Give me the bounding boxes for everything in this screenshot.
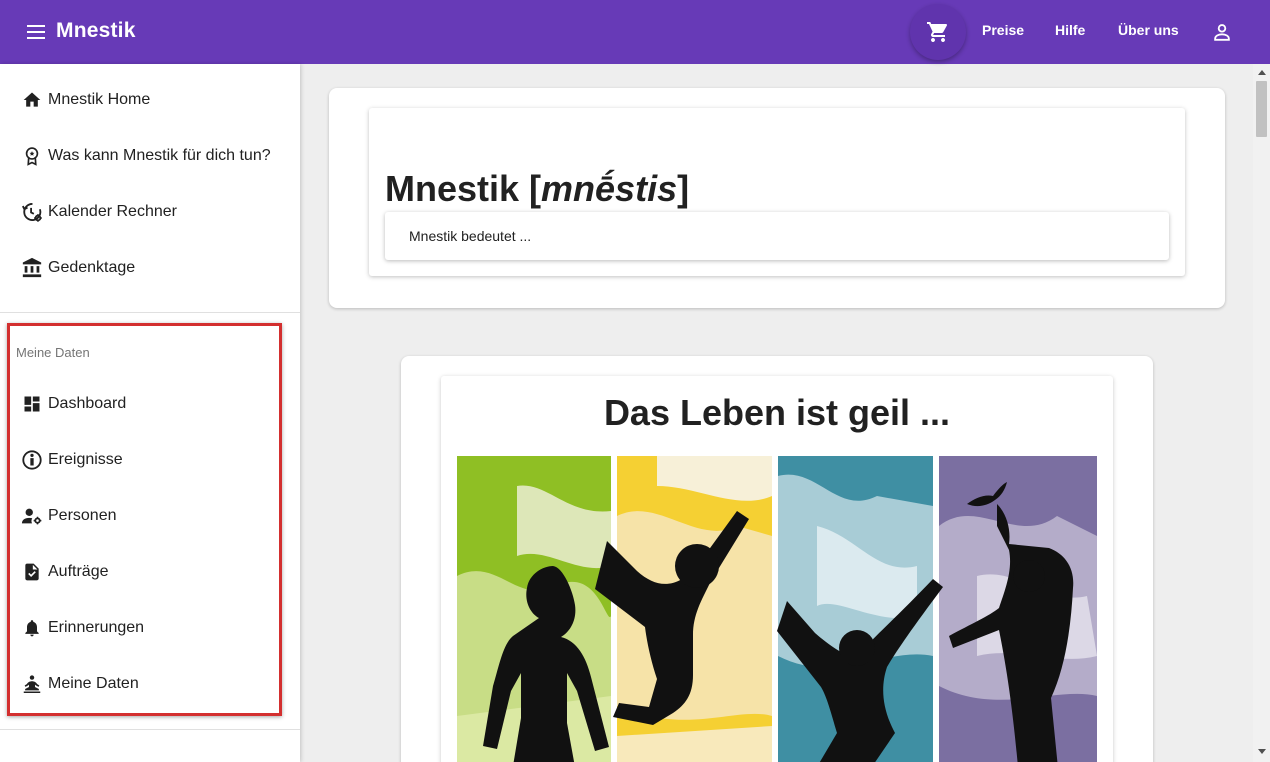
- home-icon: [21, 89, 43, 111]
- intro-inner-card: Mnestik [mnḗstis] Mnestik bedeutet ...: [369, 108, 1185, 276]
- expansion-panel-meaning[interactable]: Mnestik bedeutet ...: [385, 212, 1169, 260]
- sidebar-item-kalender-rechner[interactable]: Kalender Rechner: [0, 184, 300, 240]
- sidebar-divider: [0, 729, 300, 730]
- sidebar-item-meine-daten[interactable]: Meine Daten: [0, 656, 300, 712]
- sidebar-item-label: Dashboard: [48, 395, 127, 412]
- menu-icon[interactable]: [24, 20, 48, 44]
- page-scrollbar[interactable]: [1253, 64, 1270, 762]
- sidebar-item-personen[interactable]: Personen: [0, 488, 300, 544]
- nav-link-hilfe[interactable]: Hilfe: [1055, 22, 1085, 38]
- sidebar-item-label: Kalender Rechner: [48, 203, 177, 220]
- info-icon: [21, 449, 43, 471]
- award-icon: [21, 145, 43, 167]
- sidebar-item-label: Was kann Mnestik für dich tun?: [48, 147, 271, 164]
- sidebar-item-auftraege[interactable]: Aufträge: [0, 544, 300, 600]
- history-settings-icon: [21, 201, 43, 223]
- person-settings-icon: [21, 505, 43, 527]
- sidebar-item-label: Mnestik Home: [48, 91, 151, 108]
- sidebar-item-mnestik-home[interactable]: Mnestik Home: [0, 72, 300, 128]
- sidebar-item-was-kann-mnestik[interactable]: Was kann Mnestik für dich tun?: [0, 128, 300, 184]
- cart-icon: [927, 22, 948, 42]
- account-button[interactable]: [1206, 16, 1238, 48]
- feature-inner-card: Das Leben ist geil ...: [441, 376, 1113, 762]
- side-drawer: Mnestik Home Was kann Mnestik für dich t…: [0, 64, 300, 762]
- scrollbar-thumb[interactable]: [1256, 81, 1267, 137]
- app-title[interactable]: Mnestik: [56, 19, 136, 43]
- sidebar-item-gedenktage[interactable]: Gedenktage: [0, 240, 300, 296]
- feature-title: Das Leben ist geil ...: [603, 392, 951, 433]
- sidebar-item-ereignisse[interactable]: Ereignisse: [0, 432, 300, 488]
- cart-button[interactable]: [910, 4, 966, 60]
- scroll-up-arrow-icon[interactable]: [1258, 70, 1266, 75]
- jumping-people-illustration: [457, 456, 1097, 762]
- sidebar-item-label: Meine Daten: [48, 675, 139, 692]
- sidebar-item-erinnerungen[interactable]: Erinnerungen: [0, 600, 300, 656]
- feature-card: Das Leben ist geil ...: [401, 356, 1153, 762]
- sidebar-item-label: Gedenktage: [48, 259, 136, 276]
- expansion-panel-label: Mnestik bedeutet ...: [409, 228, 532, 244]
- intro-card: Mnestik [mnḗstis] Mnestik bedeutet ...: [329, 88, 1225, 308]
- task-document-icon: [21, 561, 43, 583]
- nav-link-preise[interactable]: Preise: [982, 22, 1024, 38]
- sidebar-divider: [0, 312, 300, 313]
- sidebar-item-dashboard[interactable]: Dashboard: [0, 376, 300, 432]
- sidebar-item-label: Aufträge: [48, 563, 109, 580]
- nav-link-ueber-uns[interactable]: Über uns: [1118, 22, 1179, 38]
- app-bar: Mnestik Preise Hilfe Über uns: [0, 0, 1270, 64]
- account-icon: [1214, 24, 1230, 41]
- intro-title: Mnestik [mnḗstis]: [385, 168, 690, 209]
- institution-icon: [21, 257, 43, 279]
- phonetic-text: mnḗstis: [541, 168, 678, 209]
- sidebar-item-label: Personen: [48, 507, 117, 524]
- self-care-icon: [21, 673, 43, 695]
- sidebar-section-title: Meine Daten: [16, 345, 90, 360]
- sidebar-item-label: Erinnerungen: [48, 619, 145, 636]
- dashboard-icon: [21, 393, 43, 415]
- scroll-down-arrow-icon[interactable]: [1258, 749, 1266, 754]
- sidebar-item-label: Ereignisse: [48, 451, 123, 468]
- bell-icon: [21, 617, 43, 639]
